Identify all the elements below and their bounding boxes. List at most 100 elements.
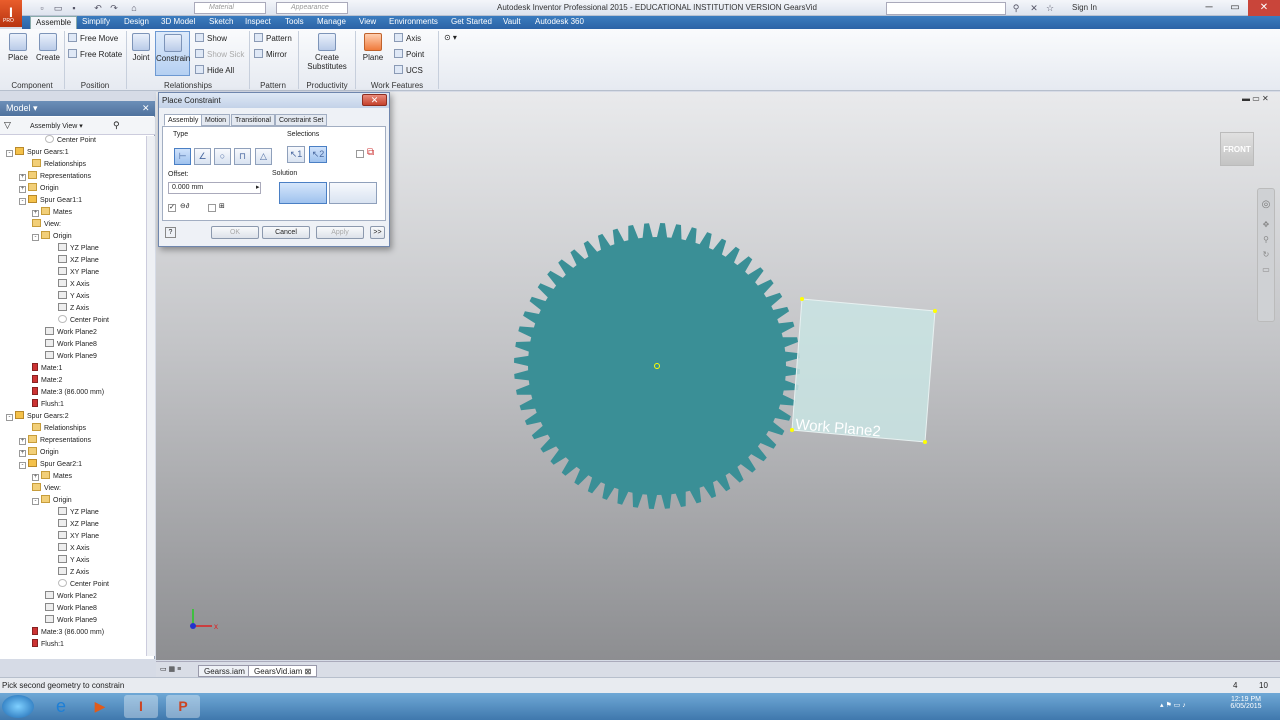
- undo-icon[interactable]: ↶: [92, 2, 104, 14]
- insert-type-button[interactable]: ⊓: [234, 148, 251, 165]
- preview-checkbox[interactable]: ✓: [168, 204, 176, 212]
- tab-3d-model[interactable]: 3D Model: [156, 16, 200, 29]
- material-combo[interactable]: Material: [194, 2, 266, 14]
- help-search-input[interactable]: [886, 2, 1006, 15]
- tree-item[interactable]: Flush:1: [0, 639, 146, 651]
- tree-item[interactable]: Z Axis: [0, 567, 146, 579]
- panel-close-icon[interactable]: ✕: [142, 103, 150, 114]
- sign-in-link[interactable]: Sign In: [1072, 3, 1097, 12]
- point-button[interactable]: Point: [394, 49, 424, 59]
- close-window-button[interactable]: ✕: [1248, 0, 1280, 16]
- ok-button[interactable]: OK: [211, 226, 259, 239]
- tree-item[interactable]: Z Axis: [0, 303, 146, 315]
- offset-input[interactable]: 0.000 mm: [168, 182, 261, 194]
- ribbon-options-icon[interactable]: ⊙ ▾: [444, 33, 457, 42]
- tree-item[interactable]: Work Plane9: [0, 615, 146, 627]
- tree-item[interactable]: - Spur Gear1:1: [0, 195, 146, 207]
- tree-item[interactable]: Relationships: [0, 423, 146, 435]
- tree-item[interactable]: + Mates: [0, 471, 146, 483]
- tree-item[interactable]: YZ Plane: [0, 243, 146, 255]
- tab-constraint-set[interactable]: Constraint Set: [275, 114, 328, 126]
- tree-item[interactable]: + Origin: [0, 183, 146, 195]
- collapse-icon[interactable]: -: [32, 234, 39, 241]
- tab-inspect[interactable]: Inspect: [240, 16, 276, 29]
- ucs-button[interactable]: UCS: [394, 65, 423, 75]
- viewcube[interactable]: FRONT: [1220, 132, 1254, 166]
- assembly-view-dropdown[interactable]: Assembly View ▾: [30, 122, 83, 130]
- orbit-icon[interactable]: ↻: [1260, 250, 1272, 259]
- spur-gear[interactable]: [514, 223, 800, 509]
- tree-item[interactable]: + Mates: [0, 207, 146, 219]
- tree-item[interactable]: Flush:1: [0, 399, 146, 411]
- place-button[interactable]: Place: [4, 33, 32, 62]
- tree-item[interactable]: Mate:2: [0, 375, 146, 387]
- group-pattern[interactable]: Pattern: [250, 80, 296, 91]
- collapse-icon[interactable]: -: [6, 150, 13, 157]
- free-move-button[interactable]: Free Move: [68, 33, 118, 43]
- tab-autodesk-360[interactable]: Autodesk 360: [530, 16, 589, 29]
- offset-arrow-icon[interactable]: ▸: [256, 183, 260, 191]
- browser-scrollbar[interactable]: [146, 136, 155, 656]
- appearance-combo[interactable]: Appearance: [276, 2, 348, 14]
- inventor-taskbar-icon[interactable]: I: [124, 695, 158, 718]
- tab-assemble[interactable]: Assemble: [30, 16, 78, 29]
- hide-all-button[interactable]: Hide All: [195, 65, 234, 75]
- plane-button[interactable]: Plane: [358, 33, 388, 62]
- create-substitutes-button[interactable]: Create Substitutes: [302, 33, 352, 71]
- pan-icon[interactable]: ✥: [1260, 220, 1272, 229]
- constrain-button[interactable]: Constrain: [155, 31, 190, 76]
- flush-solution-button[interactable]: [329, 182, 377, 204]
- doc-tab-gearss[interactable]: Gearss.iam: [198, 665, 251, 677]
- tree-item[interactable]: View:: [0, 219, 146, 231]
- apply-button[interactable]: Apply: [316, 226, 364, 239]
- tab-view[interactable]: View: [354, 16, 381, 29]
- tree-item[interactable]: Mate:3 (86.000 mm): [0, 627, 146, 639]
- tree-item[interactable]: - Origin: [0, 231, 146, 243]
- tree-item[interactable]: XY Plane: [0, 531, 146, 543]
- expand-icon[interactable]: +: [19, 438, 26, 445]
- viewport-window-controls[interactable]: ▬ ▭ ✕: [1242, 94, 1269, 103]
- tree-item[interactable]: XZ Plane: [0, 255, 146, 267]
- more-button[interactable]: >>: [370, 226, 385, 239]
- expand-icon[interactable]: +: [32, 474, 39, 481]
- binoculars-icon[interactable]: ⚲: [1010, 2, 1022, 14]
- star-icon[interactable]: ☆: [1044, 2, 1056, 14]
- save-icon[interactable]: ▪: [68, 2, 80, 14]
- minimize-window-button[interactable]: ─: [1196, 0, 1222, 16]
- expand-icon[interactable]: +: [19, 174, 26, 181]
- tree-item[interactable]: Y Axis: [0, 555, 146, 567]
- tab-transitional[interactable]: Transitional: [231, 114, 275, 126]
- gear-body[interactable]: [514, 223, 800, 509]
- tile-icon[interactable]: ▭ ▦ ≡: [160, 665, 181, 673]
- doc-tab-gearsvid[interactable]: GearsVid.iam ⊠: [248, 665, 318, 677]
- cancel-button[interactable]: Cancel: [262, 226, 310, 239]
- look-at-icon[interactable]: ▭: [1260, 265, 1272, 274]
- tree-item[interactable]: + Representations: [0, 435, 146, 447]
- expand-icon[interactable]: +: [32, 210, 39, 217]
- expand-icon[interactable]: +: [19, 186, 26, 193]
- tab-sketch[interactable]: Sketch: [204, 16, 238, 29]
- tab-simplify[interactable]: Simplify: [77, 16, 115, 29]
- tree-item[interactable]: XZ Plane: [0, 519, 146, 531]
- collapse-icon[interactable]: -: [19, 462, 26, 469]
- collapse-icon[interactable]: -: [6, 414, 13, 421]
- tree-item[interactable]: Work Plane8: [0, 339, 146, 351]
- group-component[interactable]: Component: [2, 80, 62, 91]
- tab-get-started[interactable]: Get Started: [446, 16, 497, 29]
- tab-manage[interactable]: Manage: [312, 16, 351, 29]
- selection-2-button[interactable]: ↖2: [309, 146, 327, 163]
- tree-item[interactable]: X Axis: [0, 543, 146, 555]
- open-icon[interactable]: ▭: [52, 2, 64, 14]
- tree-item[interactable]: + Origin: [0, 447, 146, 459]
- show-button[interactable]: Show: [195, 33, 227, 43]
- free-rotate-button[interactable]: Free Rotate: [68, 49, 122, 59]
- tree-item[interactable]: Relationships: [0, 159, 146, 171]
- pattern-button[interactable]: Pattern: [254, 33, 292, 43]
- tab-assembly[interactable]: Assembly: [164, 114, 203, 126]
- tree-item[interactable]: + Representations: [0, 171, 146, 183]
- tree-item[interactable]: X Axis: [0, 279, 146, 291]
- mate-solution-button[interactable]: [279, 182, 327, 204]
- create-button[interactable]: Create: [34, 33, 62, 62]
- selection-1-button[interactable]: ↖1: [287, 146, 305, 163]
- tree-item[interactable]: - Spur Gears:2: [0, 411, 146, 423]
